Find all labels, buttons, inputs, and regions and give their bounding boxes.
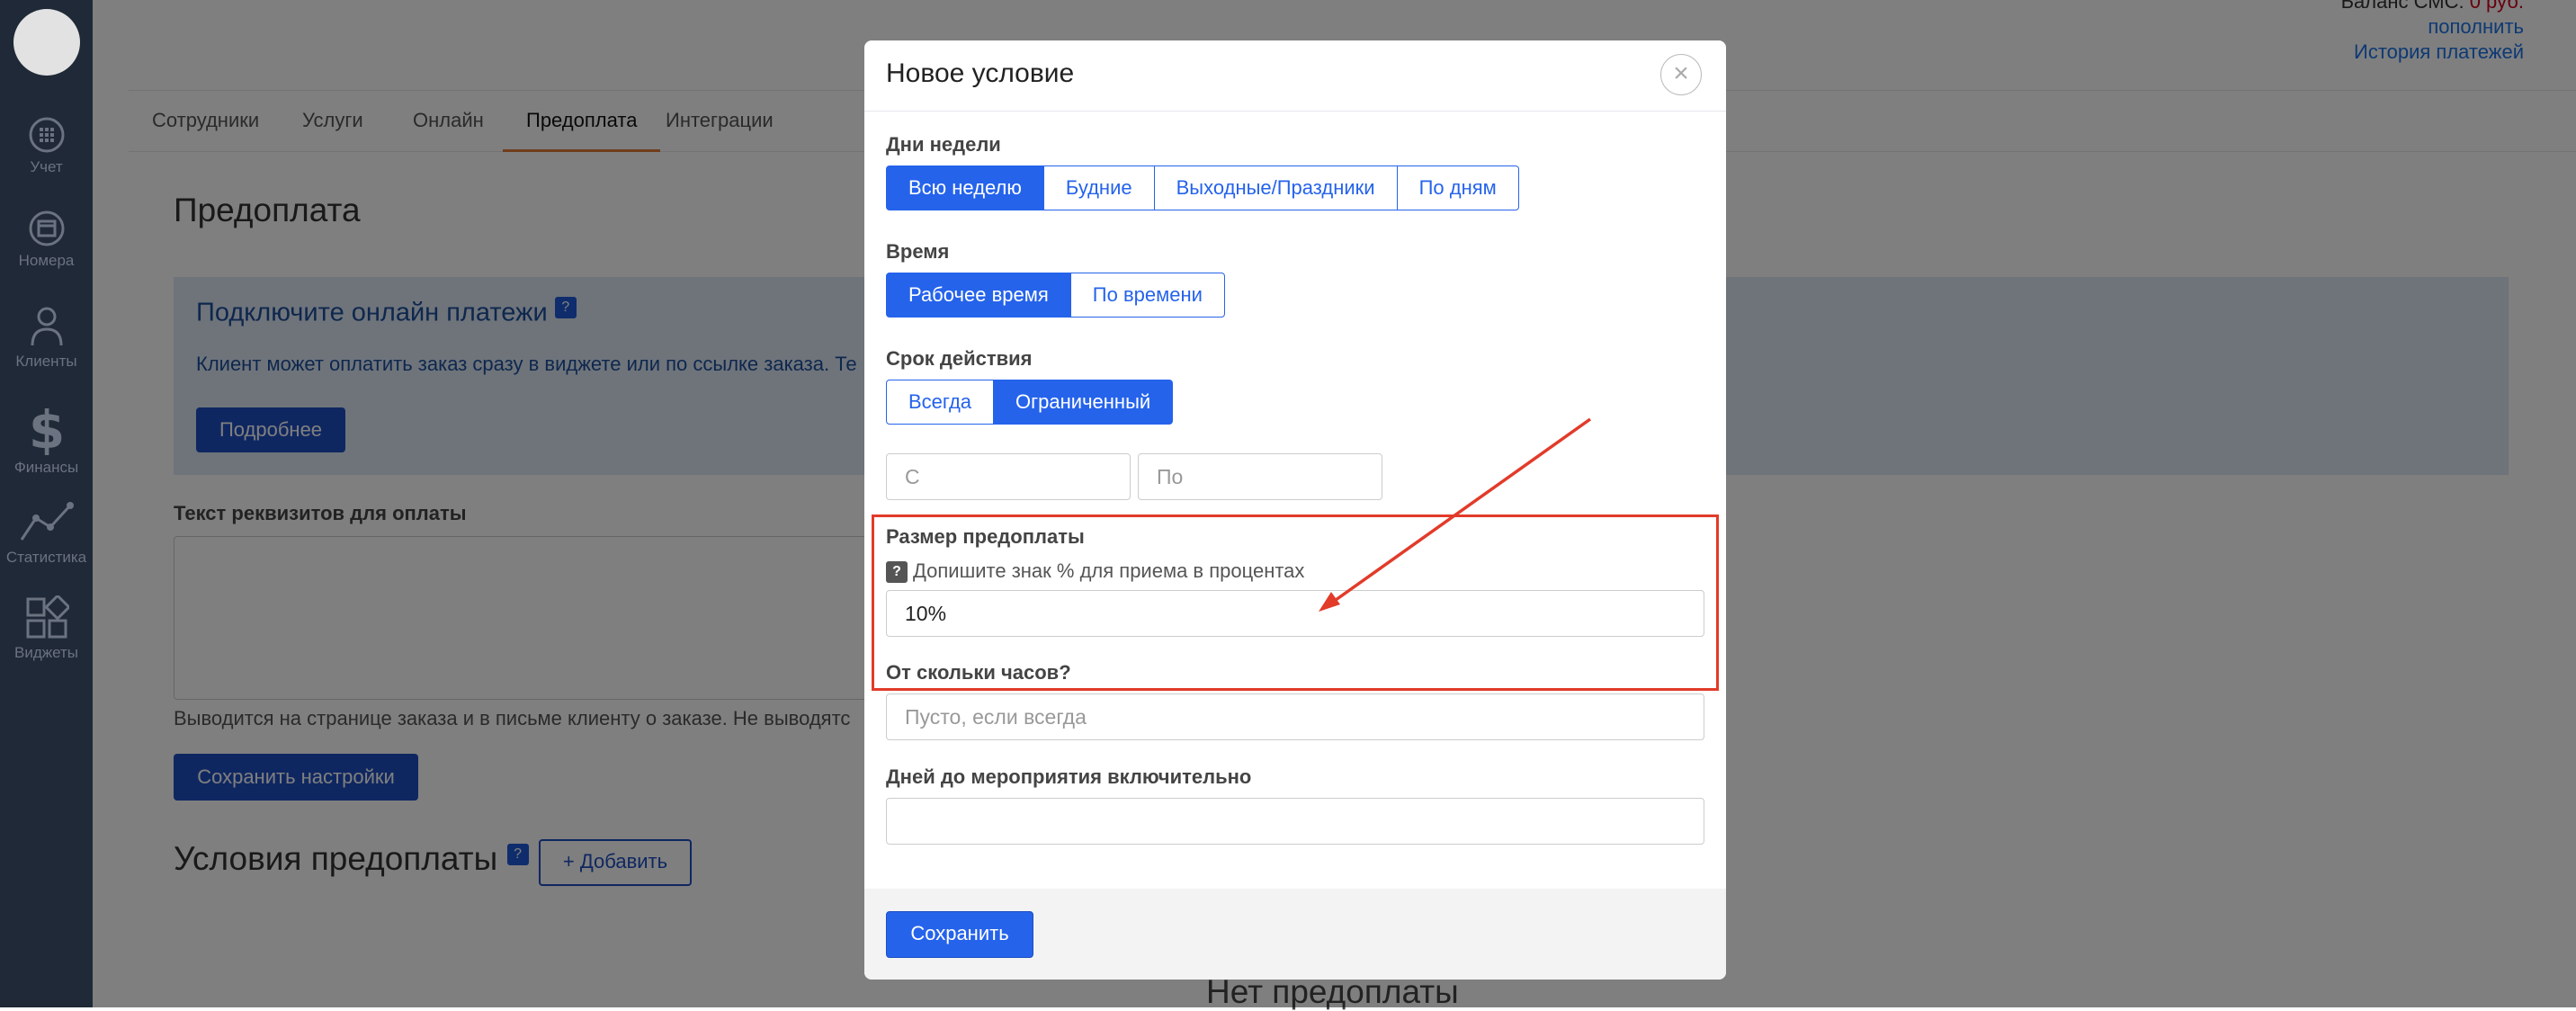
sidebar-item-clients[interactable]: Клиенты	[0, 304, 93, 371]
sidebar-item-rooms[interactable]: Номера	[0, 209, 93, 270]
time-group: Рабочее время По времени	[886, 273, 1225, 318]
sidebar-item-statistics[interactable]: Статистика	[0, 500, 93, 567]
sidebar-item-label: Учет	[30, 158, 63, 175]
time-option-working-hours[interactable]: Рабочее время	[886, 273, 1071, 318]
time-label: Время	[886, 240, 950, 263]
close-icon[interactable]: ×	[1660, 54, 1702, 95]
date-to-field[interactable]: По	[1138, 453, 1382, 500]
sidebar-item-label: Виджеты	[13, 644, 79, 661]
sidebar-item-accounting[interactable]: Учет	[0, 115, 93, 176]
sidebar-item-widgets[interactable]: Виджеты	[0, 595, 93, 662]
validity-option-always[interactable]: Всегда	[886, 380, 995, 425]
dollar-icon: $	[28, 401, 64, 455]
sidebar: Учет Номера Клиенты $ Финансы Статистика	[0, 0, 93, 1007]
days-option-by-days[interactable]: По дням	[1396, 166, 1519, 210]
date-from-field[interactable]: С	[886, 453, 1131, 500]
help-icon[interactable]: ?	[886, 561, 908, 584]
validity-group: Всегда Ограниченный	[886, 380, 1174, 425]
days-before-event-input[interactable]	[886, 798, 1704, 845]
save-button[interactable]: Сохранить	[886, 911, 1033, 958]
percent-hint: ? Допишите знак % для приема в процентах	[886, 559, 1305, 584]
sidebar-item-finance[interactable]: $ Финансы	[0, 401, 93, 477]
percent-hint-text: Допишите знак % для приема в процентах	[913, 559, 1305, 582]
widgets-icon	[26, 595, 69, 639]
avatar[interactable]	[13, 9, 80, 76]
days-option-weekdays[interactable]: Будние	[1042, 166, 1155, 210]
new-condition-modal: Новое условие × Дни недели Всю неделю Бу…	[864, 40, 1726, 980]
validity-option-limited[interactable]: Ограниченный	[993, 380, 1174, 425]
sidebar-item-label: Статистика	[5, 549, 87, 566]
modal-footer: Сохранить	[864, 889, 1726, 980]
statistics-icon	[20, 502, 74, 541]
days-before-event-label: Дней до мероприятия включительно	[886, 765, 1252, 788]
svg-text:$: $	[28, 401, 64, 455]
days-of-week-group: Всю неделю Будние Выходные/Праздники По …	[886, 166, 1519, 210]
hours-from-label: От скольки часов?	[886, 661, 1071, 684]
sidebar-item-label: Номера	[18, 252, 75, 269]
sidebar-item-label: Финансы	[13, 459, 79, 476]
days-of-week-label: Дни недели	[886, 133, 1001, 156]
prepayment-size-input[interactable]: 10%	[886, 590, 1704, 637]
time-option-by-time[interactable]: По времени	[1069, 273, 1225, 318]
sidebar-item-label: Клиенты	[15, 353, 77, 370]
validity-label: Срок действия	[886, 347, 1033, 370]
days-option-all-week[interactable]: Всю неделю	[886, 166, 1044, 210]
accounting-icon	[29, 117, 64, 153]
clients-icon	[31, 307, 62, 346]
days-option-weekends[interactable]: Выходные/Праздники	[1153, 166, 1398, 210]
hours-from-input[interactable]: Пусто, если всегда	[886, 693, 1704, 740]
modal-title: Новое условие	[886, 58, 1075, 88]
modal-header: Новое условие ×	[864, 40, 1726, 112]
prepayment-size-label: Размер предоплаты	[886, 525, 1085, 548]
rooms-icon	[29, 210, 64, 246]
